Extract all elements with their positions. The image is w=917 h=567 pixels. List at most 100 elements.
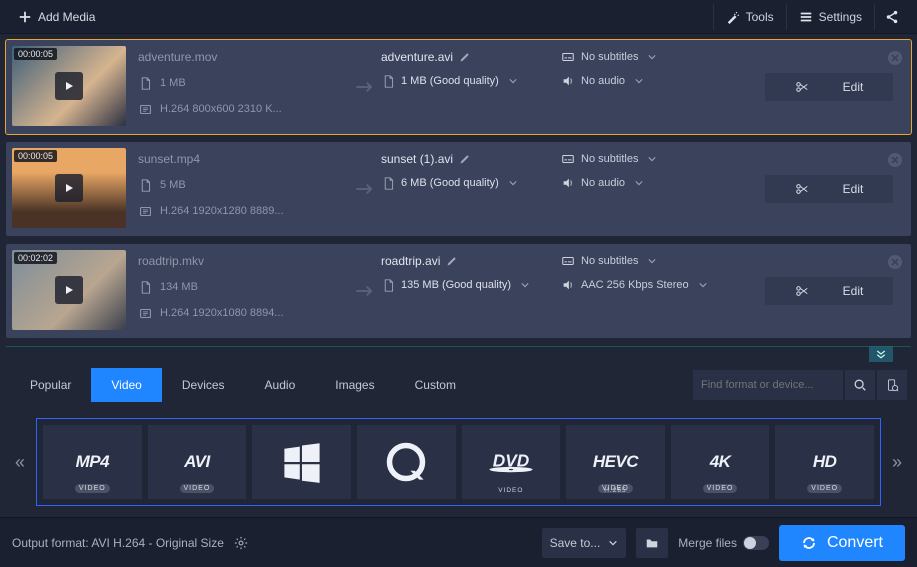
edit-label: Edit [843, 80, 864, 94]
tools-button[interactable]: Tools [713, 4, 786, 30]
audio-dropdown[interactable] [635, 77, 643, 85]
quality-dropdown[interactable] [509, 179, 517, 187]
source-codec: H.264 800x600 2310 K... [160, 103, 282, 115]
open-folder-button[interactable] [636, 528, 668, 558]
file-icon [138, 178, 152, 192]
refresh-icon [801, 535, 817, 551]
thumbnail[interactable]: 00:00:05 [12, 148, 126, 228]
subtitles-dropdown[interactable] [648, 257, 656, 265]
tab-custom[interactable]: Custom [395, 368, 476, 402]
thumbnail[interactable]: 00:00:05 [12, 46, 126, 126]
output-column: sunset (1).avi6 MB (Good quality) [379, 148, 559, 230]
quality-dropdown[interactable] [509, 77, 517, 85]
tracks-column: No subtitlesNo audio [559, 46, 719, 128]
rename-button[interactable] [459, 153, 471, 165]
audio-dropdown[interactable] [635, 179, 643, 187]
source-codec: H.264 1920x1080 8894... [160, 307, 284, 319]
format-card-hevc-h-265-[interactable]: HEVCVIDEOH.265 [566, 425, 665, 499]
quicktime-icon [384, 440, 428, 484]
subtitles-dropdown[interactable] [648, 53, 656, 61]
source-column: sunset.mp45 MBH.264 1920x1280 8889... [126, 148, 351, 230]
share-button[interactable] [874, 4, 909, 30]
format-card-hd-full-hd[interactable]: HDVIDEO [775, 425, 874, 499]
file-row[interactable]: 00:00:05adventure.mov1 MBH.264 800x600 2… [6, 40, 911, 134]
output-column: roadtrip.avi135 MB (Good quality) [379, 250, 559, 332]
convert-button[interactable]: Convert [779, 525, 905, 561]
output-filename: adventure.avi [381, 50, 453, 64]
tracks-column: No subtitlesNo audio [559, 148, 719, 230]
subtitles-value: No subtitles [581, 153, 638, 165]
format-card-dvd-compatible-video[interactable]: DVDVIDEO [462, 425, 561, 499]
file-row[interactable]: 00:02:02 roadtrip.mkv134 MBH.264 1920x108… [6, 244, 911, 338]
thumbnail[interactable]: 00:02:02 [12, 250, 126, 330]
tab-devices[interactable]: Devices [162, 368, 245, 402]
format-search [693, 370, 907, 400]
output-column: adventure.avi 1 MB (Good quality) [379, 46, 559, 128]
menu-icon [799, 10, 813, 24]
format-card-mov[interactable] [357, 425, 456, 499]
remove-file-button[interactable] [887, 50, 903, 66]
play-button[interactable] [55, 174, 83, 202]
format-card-wmv[interactable] [252, 425, 351, 499]
format-card-avi[interactable]: AVIVIDEO [148, 425, 247, 499]
file-row[interactable]: 00:00:05sunset.mp45 MBH.264 1920x1280 88… [6, 142, 911, 236]
info-icon [138, 102, 152, 116]
add-media-button[interactable]: Add Media [8, 4, 105, 30]
rename-button[interactable] [446, 255, 458, 267]
output-size: 1 MB (Good quality) [401, 75, 499, 87]
remove-file-button[interactable] [887, 152, 903, 168]
search-icon [853, 378, 867, 392]
topbar: Add Media Tools Settings [0, 0, 917, 34]
timecode-badge: 00:00:05 [14, 48, 57, 60]
chevron-double-down-icon [875, 348, 887, 360]
tab-audio[interactable]: Audio [245, 368, 316, 402]
output-format-label: Output format: AVI H.264 - Original Size [12, 536, 224, 550]
audio-dropdown[interactable] [699, 281, 707, 289]
source-column: roadtrip.mkv134 MBH.264 1920x1080 8894..… [126, 250, 351, 332]
search-device-icon [885, 378, 899, 392]
output-size: 135 MB (Good quality) [401, 279, 511, 291]
info-icon [138, 204, 152, 218]
play-button[interactable] [55, 72, 83, 100]
source-size: 1 MB [160, 77, 186, 89]
search-button[interactable] [845, 370, 875, 400]
format-card-4k-ultra-hd[interactable]: 4KVIDEO [671, 425, 770, 499]
merge-toggle[interactable] [743, 536, 769, 550]
folder-icon [645, 536, 659, 550]
collapse-formats-button[interactable] [869, 346, 893, 362]
tab-images[interactable]: Images [315, 368, 394, 402]
save-to-button[interactable]: Save to... [542, 528, 627, 558]
formats-prev-button[interactable]: « [10, 408, 30, 516]
audio-icon [561, 278, 575, 292]
add-media-label: Add Media [38, 10, 95, 24]
format-cards: MP4VIDEOAVIVIDEO DVDVIDEOHEVCVIDEOH.2654K… [36, 418, 881, 506]
edit-button[interactable]: Edit [765, 175, 893, 203]
edit-button[interactable]: Edit [765, 277, 893, 305]
audio-value: AAC 256 Kbps Stereo [581, 279, 689, 291]
tools-label: Tools [746, 10, 774, 24]
quality-dropdown[interactable] [521, 281, 529, 289]
tab-video[interactable]: Video [91, 368, 161, 402]
subtitles-dropdown[interactable] [648, 155, 656, 163]
subtitles-icon [561, 50, 575, 64]
formats-panel: PopularVideoDevicesAudioImagesCustom « M… [0, 362, 917, 534]
gear-icon[interactable] [234, 536, 248, 550]
dvd-icon: DVD [484, 451, 538, 473]
remove-file-button[interactable] [887, 254, 903, 270]
play-button[interactable] [55, 276, 83, 304]
wand-icon [726, 10, 740, 24]
tab-popular[interactable]: Popular [10, 368, 91, 402]
merge-label: Merge files [678, 536, 737, 550]
arrow-icon [351, 46, 379, 128]
settings-button[interactable]: Settings [786, 4, 874, 30]
merge-files-control: Merge files [678, 536, 769, 550]
rename-button[interactable] [459, 51, 471, 63]
formats-next-button[interactable]: » [887, 408, 907, 516]
arrow-icon [351, 250, 379, 332]
edit-button[interactable]: Edit [765, 73, 893, 101]
share-icon [885, 10, 899, 24]
format-card-mp4[interactable]: MP4VIDEO [43, 425, 142, 499]
search-device-button[interactable] [877, 370, 907, 400]
search-input[interactable] [693, 370, 843, 400]
timecode-badge: 00:02:02 [14, 252, 57, 264]
